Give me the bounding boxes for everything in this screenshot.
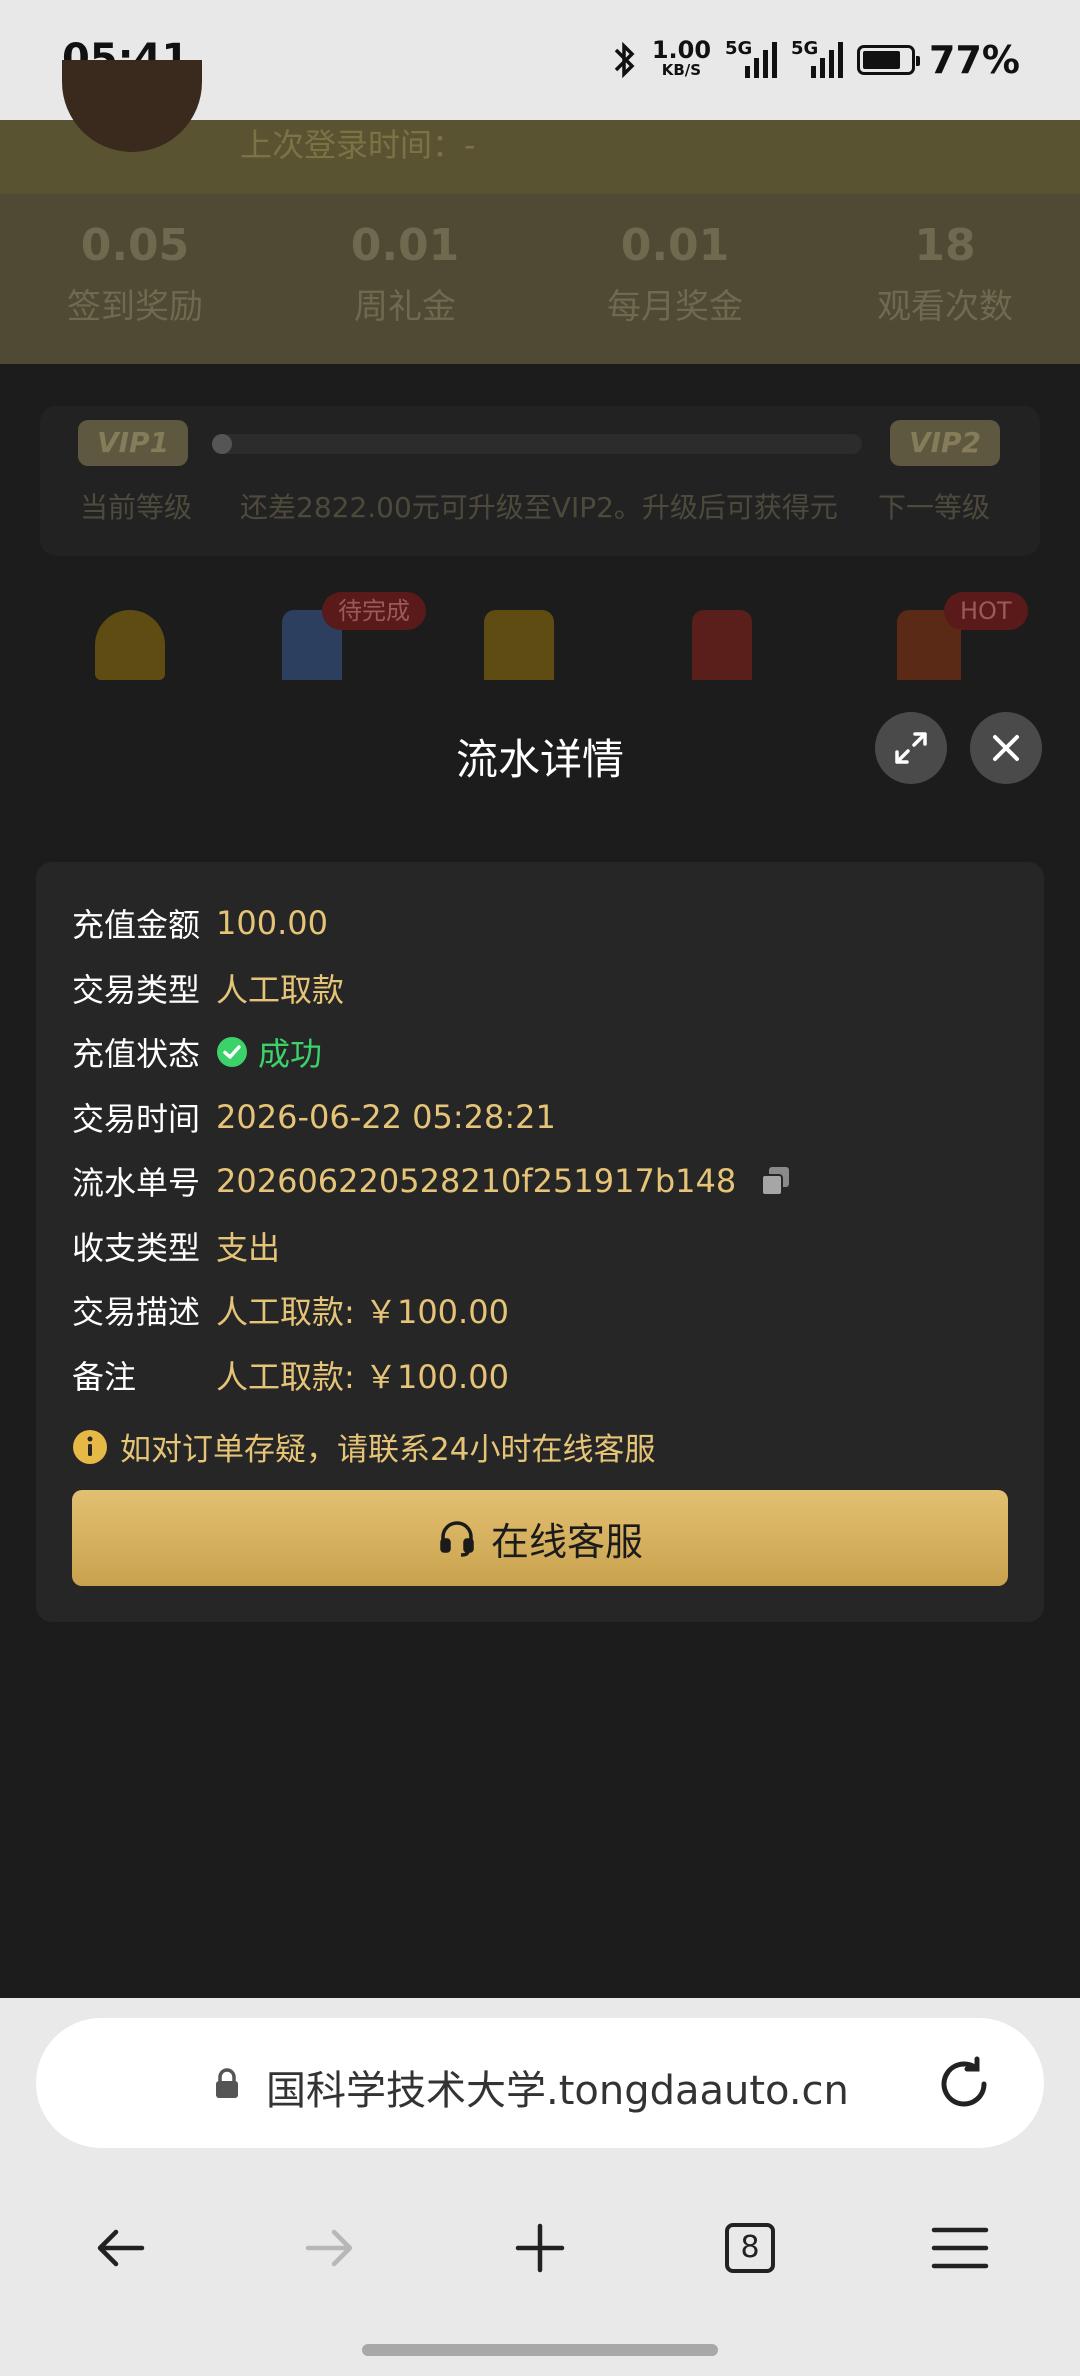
url-text: 国科学技术大学.tongdaauto.cn	[266, 2068, 849, 2114]
serial-number: 202606220528210f251917b148	[216, 1162, 792, 1200]
tab-count: 8	[725, 2223, 775, 2273]
transaction-type: 人工取款	[216, 971, 345, 1009]
battery-icon	[857, 45, 921, 75]
detail-row: 备注 人工取款: ￥100.00	[72, 1350, 509, 1400]
stat-item: 0.05 签到奖励	[0, 194, 270, 364]
row-key: 充值状态	[72, 1035, 201, 1073]
detail-row: 流水单号 202606220528210f251917b148	[72, 1156, 792, 1206]
expand-button[interactable]	[875, 712, 947, 784]
notice: 如对订单存疑，请联系24小时在线客服	[72, 1424, 655, 1469]
detail-card: 充值金额 100.00 交易类型 人工取款 充值状态 成功 交易时间 2026-…	[36, 862, 1044, 1622]
stat-item: 0.01 每月奖金	[540, 194, 810, 364]
profile-strip: 上次登录时间：-	[0, 60, 1080, 194]
close-button[interactable]	[970, 712, 1042, 784]
sim2-label: 5G	[791, 38, 819, 59]
plus-icon	[515, 2223, 565, 2273]
income-expense-type: 支出	[216, 1229, 281, 1267]
row-key: 流水单号	[72, 1164, 201, 1202]
net-speed-unit: KB/S	[661, 61, 702, 79]
signal-icon: 5G	[791, 38, 844, 78]
status-value: 成功	[216, 1029, 322, 1075]
next-level-label: 下一等级	[878, 491, 991, 524]
stat-value: 0.01	[620, 220, 730, 271]
avatar	[62, 60, 202, 152]
new-tab-button[interactable]	[508, 2216, 572, 2280]
last-login-text: 上次登录时间：-	[240, 126, 476, 164]
stat-value: 0.01	[350, 220, 460, 271]
vip-progress-text: 还差2822.00元可升级至VIP2。升级后可获得元	[240, 491, 838, 524]
back-button[interactable]	[88, 2216, 152, 2280]
row-key: 备注	[72, 1358, 137, 1396]
stat-label: 每月奖金	[607, 287, 743, 327]
row-key: 交易时间	[72, 1100, 201, 1138]
status-text: 成功	[258, 1035, 323, 1073]
online-service-button[interactable]: 在线客服	[72, 1490, 1008, 1586]
menu-icon	[931, 2227, 989, 2269]
headset-icon	[440, 1521, 474, 1557]
signal-icon: 5G	[725, 38, 778, 78]
feature-icons-row: 待完成 HOT	[0, 592, 1080, 680]
notice-text: 如对订单存疑，请联系24小时在线客服	[120, 1432, 656, 1468]
info-icon	[73, 1429, 107, 1464]
menu-button[interactable]	[928, 2216, 992, 2280]
transaction-time: 2026-06-22 05:28:21	[216, 1098, 556, 1136]
row-key: 充值金额	[72, 906, 201, 944]
reload-icon[interactable]	[934, 2054, 994, 2114]
bluetooth-icon	[614, 41, 635, 79]
forward-arrow-icon	[305, 2229, 353, 2267]
forward-button[interactable]	[298, 2216, 362, 2280]
stats-row: 0.05 签到奖励 0.01 周礼金 0.01 每月奖金 18 观看次数	[0, 194, 1080, 364]
online-service-label: 在线客服	[490, 1519, 643, 1564]
stat-item: 0.01 周礼金	[270, 194, 540, 364]
sim1-label: 5G	[725, 38, 753, 59]
recharge-amount: 100.00	[216, 904, 328, 942]
detail-row: 收支类型 支出	[72, 1221, 280, 1271]
stat-label: 观看次数	[877, 287, 1013, 327]
current-level-label: 当前等级	[80, 491, 193, 524]
remark: 人工取款: ￥100.00	[216, 1358, 509, 1396]
next-vip-badge: VIP2	[890, 420, 1000, 466]
status-icons: 1.00 KB/S 5G 5G 77%	[612, 38, 1020, 82]
stat-value: 18	[914, 220, 976, 271]
detail-row: 充值状态 成功	[72, 1027, 322, 1077]
vip-progress-card: VIP1 VIP2 当前等级 还差2822.00元可升级至VIP2。升级后可获得…	[40, 406, 1040, 556]
stat-label: 周礼金	[354, 287, 456, 327]
stat-item: 18 观看次数	[810, 194, 1080, 364]
detail-row: 交易时间 2026-06-22 05:28:21	[72, 1092, 556, 1142]
browser-nav: 8	[0, 2216, 1080, 2280]
tabs-button[interactable]: 8	[718, 2216, 782, 2280]
row-key: 交易类型	[72, 971, 201, 1009]
stat-value: 0.05	[80, 220, 190, 271]
check-circle-icon	[217, 1037, 247, 1067]
expand-icon	[895, 732, 927, 764]
row-key: 收支类型	[72, 1229, 201, 1267]
mystery-box-icon[interactable]	[692, 610, 752, 680]
background-page: 上次登录时间：- 0.05 签到奖励 0.01 周礼金 0.01 每月奖金 18…	[0, 60, 1080, 680]
detail-row: 充值金额 100.00	[72, 898, 328, 948]
transaction-description: 人工取款: ￥100.00	[216, 1293, 509, 1331]
row-key: 交易描述	[72, 1293, 201, 1331]
current-vip-badge: VIP1	[78, 420, 188, 466]
close-icon	[993, 735, 1019, 761]
stat-label: 签到奖励	[67, 287, 203, 327]
bell-icon[interactable]	[95, 610, 165, 680]
address-bar[interactable]: 国科学技术大学.tongdaauto.cn	[36, 2018, 1044, 2148]
vip-progress-fill	[212, 434, 232, 454]
net-speed: 1.00 KB/S	[651, 36, 712, 80]
home-indicator[interactable]	[362, 2344, 718, 2356]
transaction-detail-sheet: 流水详情 充值金额 100.00 交易类型 人工取款 充值状态 成功 交易时间 …	[0, 684, 1080, 1998]
battery-percent: 77%	[929, 38, 1020, 82]
hot-tag: HOT	[944, 592, 1028, 630]
copy-icon[interactable]	[760, 1165, 792, 1197]
pending-tag: 待完成	[322, 592, 426, 630]
back-arrow-icon	[97, 2229, 145, 2267]
detail-row: 交易类型 人工取款	[72, 963, 344, 1013]
browser-chrome: 国科学技术大学.tongdaauto.cn 8	[0, 1998, 1080, 2376]
net-speed-value: 1.00	[651, 36, 712, 64]
serial-number-text: 202606220528210f251917b148	[216, 1162, 737, 1200]
lock-icon	[216, 2068, 238, 2098]
vip-progress-bar	[212, 434, 862, 454]
calendar-icon[interactable]	[484, 610, 554, 680]
detail-row: 交易描述 人工取款: ￥100.00	[72, 1285, 509, 1335]
